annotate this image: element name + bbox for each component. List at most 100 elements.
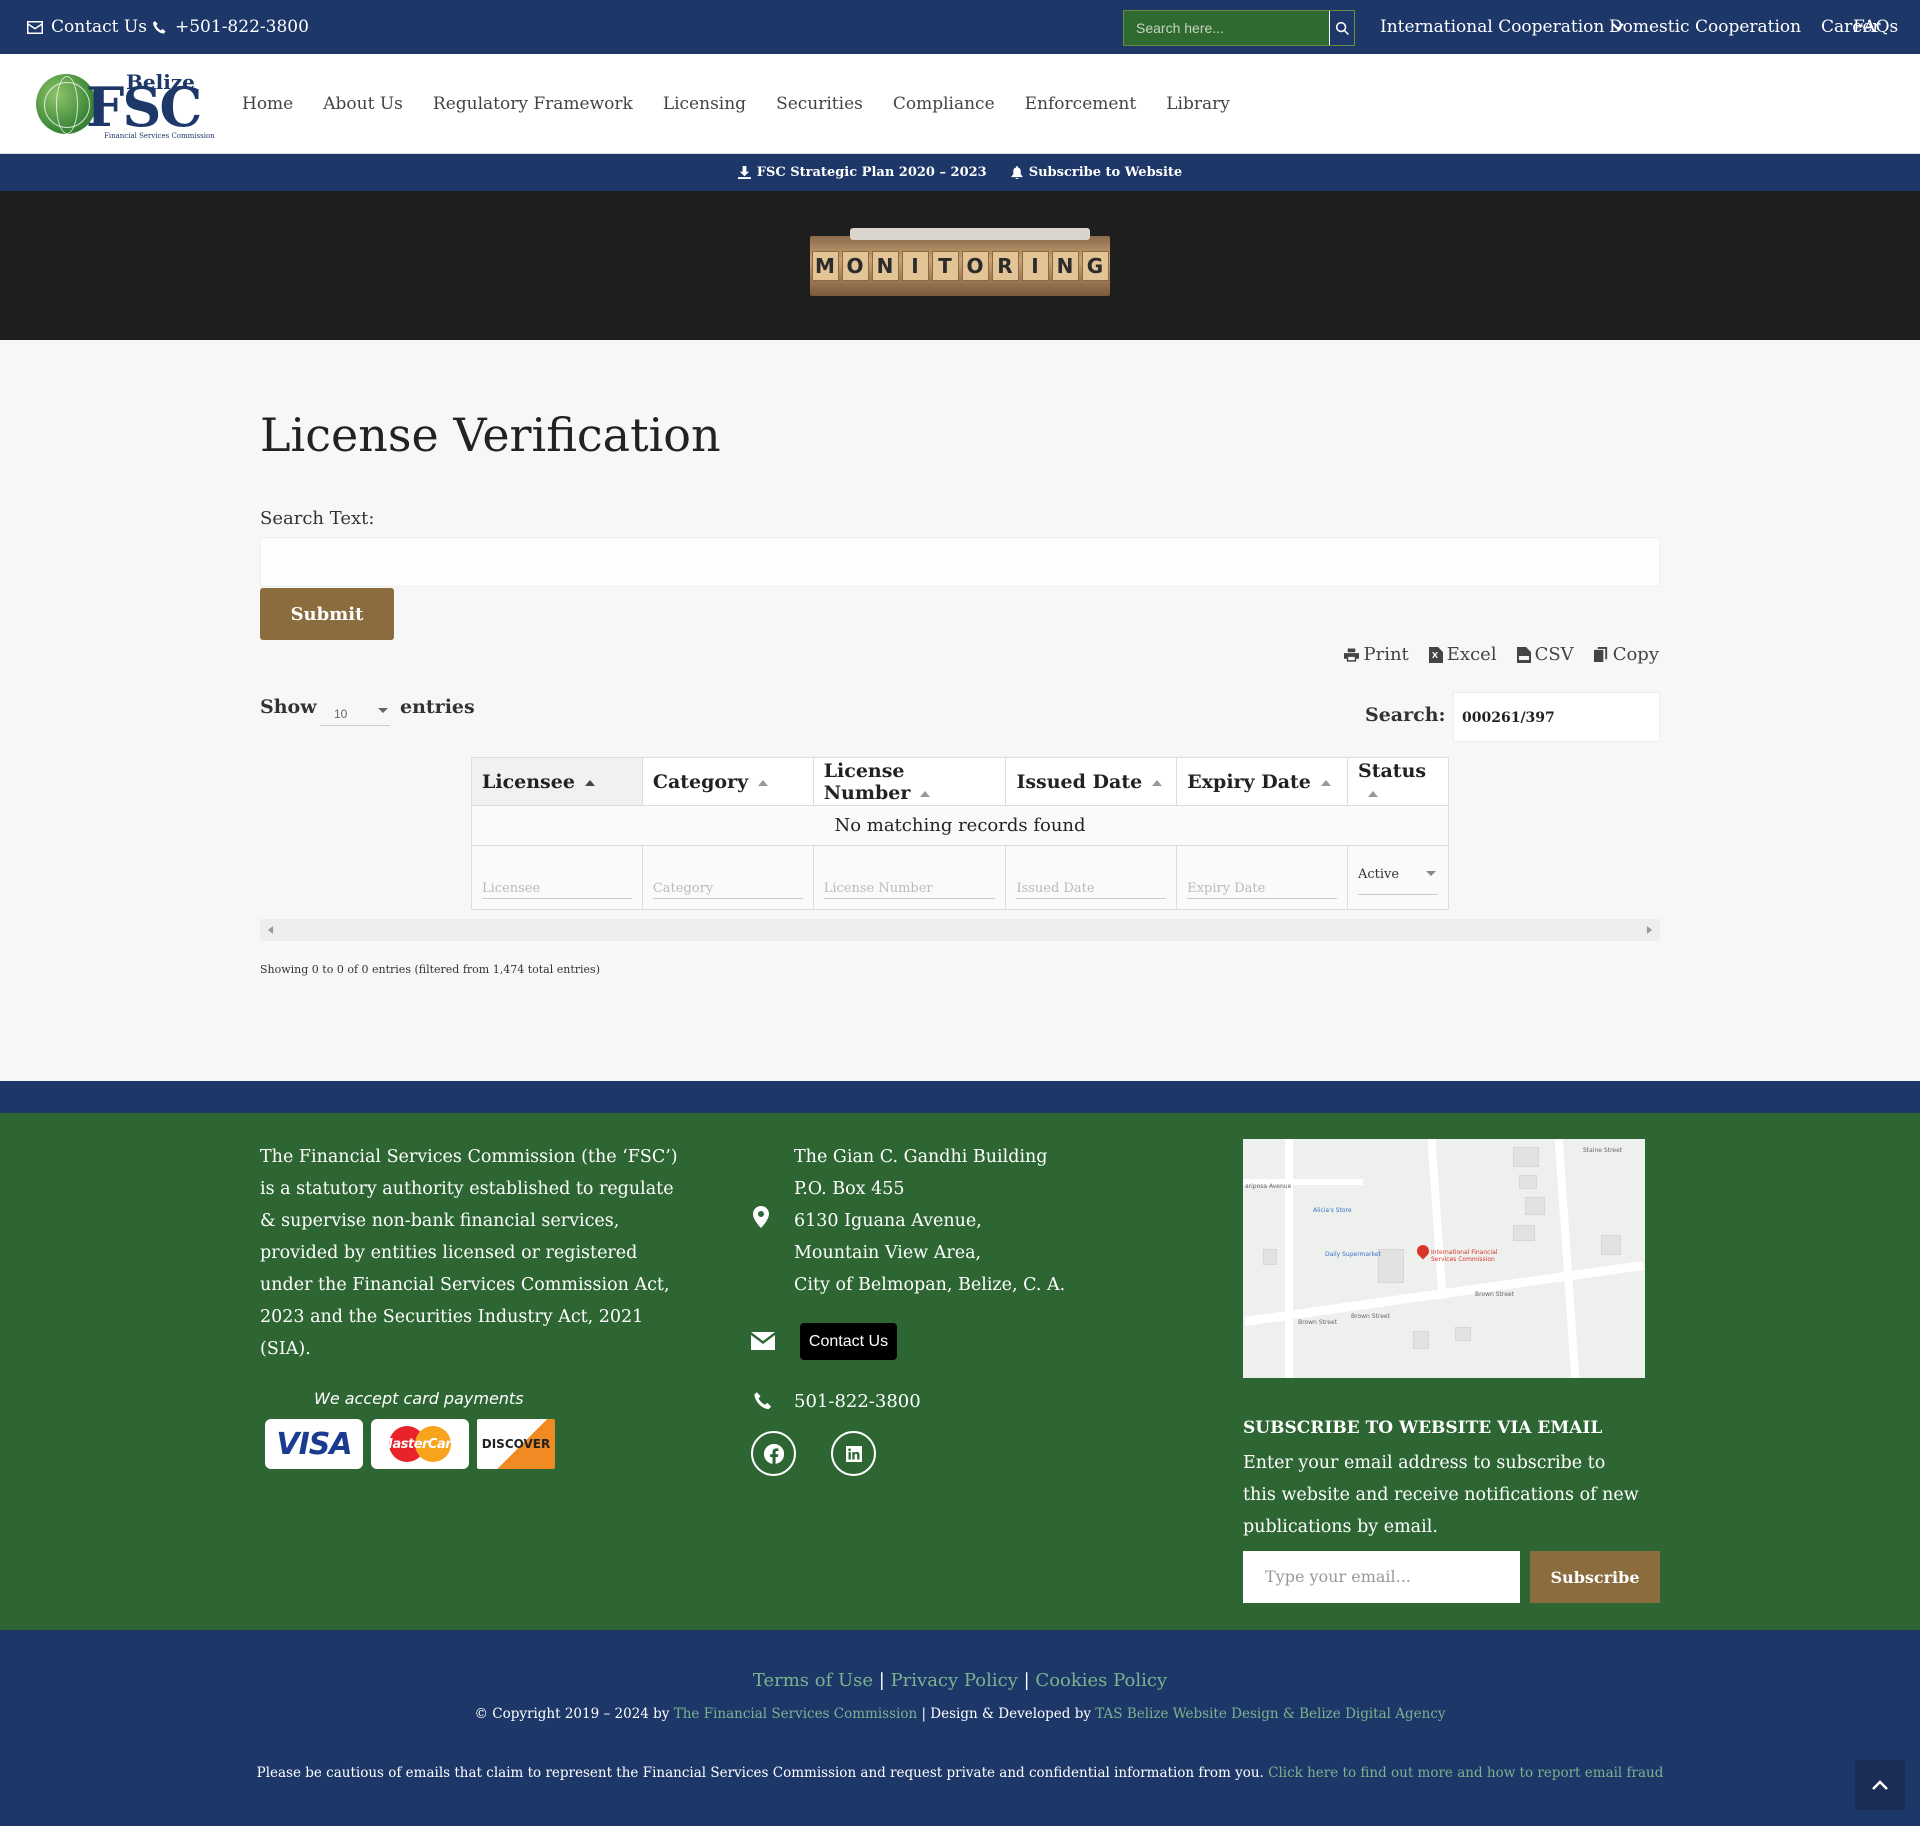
strategic-plan-link[interactable]: FSC Strategic Plan 2020 – 2023 (737, 165, 987, 180)
csv-button[interactable]: CSV (1516, 644, 1574, 665)
back-to-top-button[interactable] (1855, 1760, 1905, 1810)
letter-tile: M (811, 251, 839, 281)
bottom-bar: Terms of Use | Privacy Policy | Cookies … (0, 1630, 1920, 1826)
top-utility-bar: Contact Us +501-822-3800 International C… (0, 0, 1920, 54)
footer: The Financial Services Commission (the ‘… (0, 1113, 1920, 1630)
phone-icon (754, 1392, 772, 1410)
column-label: License Number (823, 759, 911, 804)
agency-link[interactable]: TAS Belize Website Design & Belize Digit… (1095, 1706, 1445, 1722)
submit-button[interactable]: Submit (260, 588, 394, 640)
site-search (1123, 10, 1355, 46)
filter-category[interactable]: Category (652, 865, 803, 899)
contact-us-label: Contact Us (51, 17, 147, 37)
site-search-button[interactable] (1329, 11, 1354, 45)
domestic-cooperation-link[interactable]: Domestic Cooperation (1609, 17, 1801, 37)
filter-license-number[interactable]: License Number (823, 865, 996, 899)
horizontal-scrollbar[interactable] (260, 919, 1660, 941)
contact-us-link[interactable]: Contact Us (27, 17, 147, 37)
column-issued-date[interactable]: Issued Date (1005, 757, 1178, 806)
table-search-label: Search: (1365, 704, 1446, 726)
facebook-icon (763, 1443, 784, 1464)
discover-logo: DISCOVER (477, 1419, 555, 1469)
column-expiry-date[interactable]: Expiry Date (1176, 757, 1348, 806)
table-info: Showing 0 to 0 of 0 entries (filtered fr… (260, 963, 600, 976)
filter-issued-date[interactable]: Issued Date (1016, 865, 1167, 899)
map-building (1455, 1327, 1471, 1341)
map-building (1513, 1147, 1539, 1167)
phone-label: +501-822-3800 (175, 17, 309, 37)
subscribe-email-input[interactable]: Type your email... (1243, 1551, 1520, 1603)
fsc-link[interactable]: The Financial Services Commission (674, 1706, 917, 1722)
nav-library[interactable]: Library (1166, 94, 1230, 114)
nav-enforcement[interactable]: Enforcement (1025, 94, 1137, 114)
map-label: Alicia's Store (1313, 1207, 1352, 1214)
search-icon (1335, 21, 1349, 35)
visa-logo: VISA (265, 1419, 363, 1469)
scroll-left-icon[interactable] (268, 926, 273, 934)
column-category[interactable]: Category (641, 757, 814, 806)
footer-contact-button[interactable]: Contact Us (800, 1323, 897, 1360)
column-license-number[interactable]: License Number (812, 757, 1007, 806)
filter-status-select[interactable]: Active (1358, 861, 1438, 895)
map-road (1554, 1139, 1580, 1378)
print-button[interactable]: Print (1344, 644, 1409, 665)
address-line: The Gian C. Gandhi Building (794, 1147, 1048, 1167)
column-label: Category (652, 770, 749, 793)
fraud-report-link[interactable]: Click here to find out more and how to r… (1268, 1765, 1663, 1781)
logo-fsc-text: FSC (86, 75, 202, 139)
scroll-right-icon[interactable] (1647, 926, 1652, 934)
page-size-select[interactable]: 10 (320, 694, 390, 726)
column-label: Expiry Date (1187, 770, 1311, 793)
map-label: Daily Supermarket (1325, 1251, 1381, 1258)
filter-cell: Expiry Date (1176, 845, 1348, 910)
nav-compliance[interactable]: Compliance (893, 94, 995, 114)
facebook-button[interactable] (751, 1431, 796, 1476)
terms-link[interactable]: Terms of Use (753, 1670, 873, 1691)
nav-about-us[interactable]: About Us (323, 94, 403, 114)
excel-icon (1428, 646, 1443, 663)
subscribe-link[interactable]: Subscribe to Website (1011, 165, 1182, 180)
fraud-warning-text: Please be cautious of emails that claim … (256, 1765, 1269, 1781)
address-line: P.O. Box 455 (794, 1179, 905, 1199)
column-licensee[interactable]: Licensee (471, 757, 643, 806)
map-building (1525, 1197, 1545, 1215)
letter-tile: R (991, 251, 1019, 281)
site-search-input[interactable] (1124, 11, 1329, 45)
fsc-logo[interactable]: Belize FSC Financial Services Commission (36, 68, 215, 142)
logo-subtitle: Financial Services Commission (104, 132, 215, 140)
empty-row: No matching records found (471, 805, 1449, 846)
phone-icon (152, 20, 166, 34)
subscribe-button[interactable]: Subscribe (1530, 1551, 1660, 1603)
filter-cell: Issued Date (1005, 845, 1178, 910)
cookies-link[interactable]: Cookies Policy (1035, 1670, 1167, 1691)
filter-expiry-date[interactable]: Expiry Date (1187, 865, 1337, 899)
sort-icon (1320, 779, 1331, 786)
phone-link[interactable]: +501-822-3800 (152, 17, 309, 37)
copy-button[interactable]: Copy (1593, 644, 1659, 665)
search-text-label: Search Text: (260, 508, 375, 529)
letter-tile: G (1081, 251, 1109, 281)
letter-tile: I (901, 251, 929, 281)
nav-licensing[interactable]: Licensing (663, 94, 746, 114)
nav-securities[interactable]: Securities (776, 94, 863, 114)
search-text-input[interactable] (260, 537, 1660, 587)
excel-label: Excel (1446, 644, 1497, 665)
privacy-link[interactable]: Privacy Policy (891, 1670, 1018, 1691)
footer-phone: 501-822-3800 (794, 1391, 921, 1412)
international-cooperation-menu[interactable]: International Cooperation (1380, 17, 1625, 37)
faqs-link[interactable]: FAQs (1853, 17, 1898, 37)
main-navbar: Belize FSC Financial Services Commission… (0, 54, 1920, 154)
sort-icon (1152, 779, 1163, 786)
column-status[interactable]: Status (1347, 757, 1449, 806)
excel-button[interactable]: Excel (1428, 644, 1497, 665)
location-map[interactable]: International Financial Services Commiss… (1243, 1139, 1645, 1378)
nav-regulatory-framework[interactable]: Regulatory Framework (433, 94, 633, 114)
hero-banner: MONITORING (0, 191, 1920, 340)
address-line: Mountain View Area, (794, 1243, 982, 1263)
filter-licensee[interactable]: Licensee (482, 865, 632, 899)
linkedin-button[interactable] (831, 1431, 876, 1476)
page-size-value: 10 (334, 707, 348, 721)
nav-home[interactable]: Home (242, 94, 293, 114)
table-search-input[interactable]: 000261/397 (1453, 692, 1660, 742)
show-label: Show (260, 696, 317, 718)
